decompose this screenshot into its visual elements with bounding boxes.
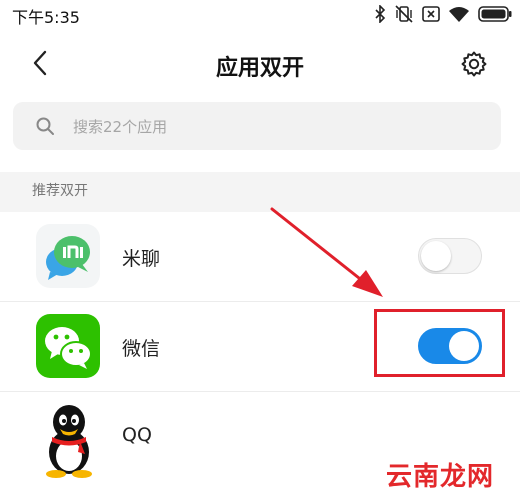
wechat-icon xyxy=(36,314,100,378)
app-name: 米聊 xyxy=(122,248,161,270)
section-header: 推荐双开 xyxy=(0,172,520,212)
toggle-switch[interactable] xyxy=(418,238,482,274)
wifi-icon xyxy=(448,5,470,23)
gear-icon xyxy=(461,51,487,77)
app-name: 微信 xyxy=(122,338,161,360)
search-box[interactable] xyxy=(13,102,501,152)
qq-icon xyxy=(40,404,98,478)
vibrate-off-icon xyxy=(394,5,414,23)
search-input[interactable] xyxy=(71,102,495,152)
status-bar: 下午5:35 xyxy=(0,0,520,30)
bluetooth-icon xyxy=(374,5,386,23)
app-name: QQ xyxy=(122,424,152,446)
toggle-knob xyxy=(421,241,451,271)
highlight-box xyxy=(374,309,505,377)
header: 应用双开 xyxy=(0,30,520,172)
close-box-icon xyxy=(422,6,440,22)
page-title: 应用双开 xyxy=(215,56,304,81)
section-title: 推荐双开 xyxy=(32,183,88,199)
watermark: 云南龙网 xyxy=(386,462,495,492)
settings-button[interactable] xyxy=(459,49,489,79)
search-icon xyxy=(36,117,54,135)
list-item[interactable]: 米聊 xyxy=(0,212,520,302)
mi-talk-icon xyxy=(36,224,100,288)
battery-icon xyxy=(478,6,512,22)
status-icons xyxy=(374,3,512,25)
status-time: 下午5:35 xyxy=(12,8,80,27)
